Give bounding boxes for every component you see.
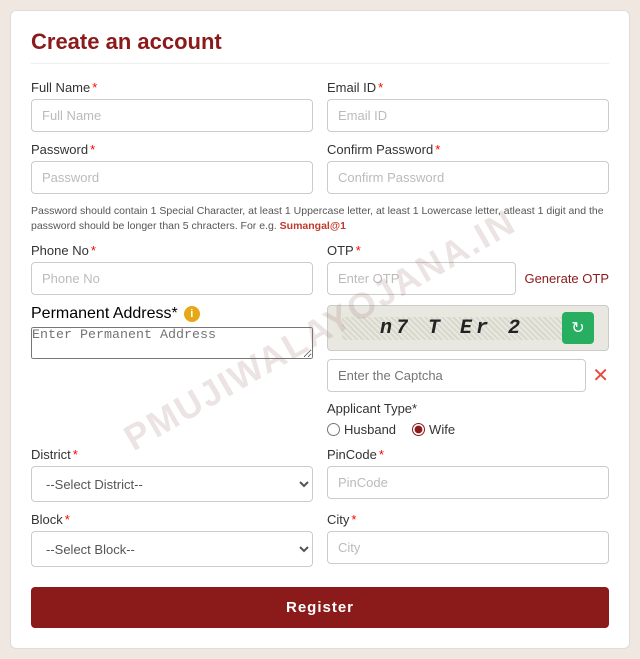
applicant-wife-option[interactable]: Wife [412, 422, 455, 437]
phone-label: Phone No* [31, 243, 313, 258]
full-name-label: Full Name* [31, 80, 313, 95]
refresh-captcha-button[interactable]: ↻ [562, 312, 594, 344]
pincode-group: PinCode* [327, 447, 609, 502]
row-district-pincode: District* --Select District-- PinCode* [31, 447, 609, 502]
password-group: Password* [31, 142, 313, 194]
generate-otp-button[interactable]: Generate OTP [524, 271, 609, 286]
email-group: Email ID* [327, 80, 609, 132]
city-group: City* [327, 512, 609, 567]
block-group: Block* --Select Block-- [31, 512, 313, 567]
phone-input[interactable] [31, 262, 313, 295]
full-name-input[interactable] [31, 99, 313, 132]
info-icon[interactable]: i [184, 306, 200, 322]
district-label: District* [31, 447, 313, 462]
otp-input[interactable] [327, 262, 516, 295]
wife-radio[interactable] [412, 423, 425, 436]
confirm-password-input[interactable] [327, 161, 609, 194]
register-button[interactable]: Register [31, 587, 609, 628]
otp-group: OTP* Generate OTP [327, 243, 609, 295]
confirm-password-label: Confirm Password* [327, 142, 609, 157]
row-password: Password* Confirm Password* [31, 142, 609, 194]
confirm-password-group: Confirm Password* [327, 142, 609, 194]
email-input[interactable] [327, 99, 609, 132]
applicant-type-options: Husband Wife [327, 422, 609, 437]
husband-radio[interactable] [327, 423, 340, 436]
address-input[interactable] [31, 327, 313, 359]
row-address-captcha: Permanent Address* i n7 T Er 2 ↻ ✕ Appli… [31, 305, 609, 437]
captcha-group: n7 T Er 2 ↻ ✕ Applicant Type* Husband Wi… [327, 305, 609, 437]
page-title: Create an account [31, 29, 609, 64]
row-block-city: Block* --Select Block-- City* [31, 512, 609, 567]
block-label: Block* [31, 512, 313, 527]
email-label: Email ID* [327, 80, 609, 95]
district-group: District* --Select District-- [31, 447, 313, 502]
otp-label: OTP* [327, 243, 609, 258]
district-select[interactable]: --Select District-- [31, 466, 313, 502]
city-label: City* [327, 512, 609, 527]
applicant-type-group: Applicant Type* Husband Wife [327, 400, 609, 437]
otp-row: Generate OTP [327, 262, 609, 295]
create-account-card: PMUJIWALAYOJANA.IN Create an account Ful… [10, 10, 630, 649]
pincode-label: PinCode* [327, 447, 609, 462]
address-label: Permanent Address* [31, 305, 178, 323]
password-label: Password* [31, 142, 313, 157]
city-input[interactable] [327, 531, 609, 564]
full-name-group: Full Name* [31, 80, 313, 132]
applicant-husband-option[interactable]: Husband [327, 422, 396, 437]
clear-captcha-button[interactable]: ✕ [592, 363, 609, 388]
address-group: Permanent Address* i [31, 305, 313, 437]
captcha-value: n7 T Er 2 [342, 317, 562, 340]
row-name-email: Full Name* Email ID* [31, 80, 609, 132]
applicant-type-label: Applicant Type* [327, 401, 417, 416]
block-select[interactable]: --Select Block-- [31, 531, 313, 567]
captcha-display: n7 T Er 2 ↻ [327, 305, 609, 351]
password-input[interactable] [31, 161, 313, 194]
password-hint: Password should contain 1 Special Charac… [31, 204, 609, 233]
captcha-input-row: ✕ [327, 359, 609, 392]
address-label-row: Permanent Address* i [31, 305, 313, 323]
pincode-input[interactable] [327, 466, 609, 499]
phone-group: Phone No* [31, 243, 313, 295]
row-phone-otp: Phone No* OTP* Generate OTP [31, 243, 609, 295]
captcha-input[interactable] [327, 359, 586, 392]
